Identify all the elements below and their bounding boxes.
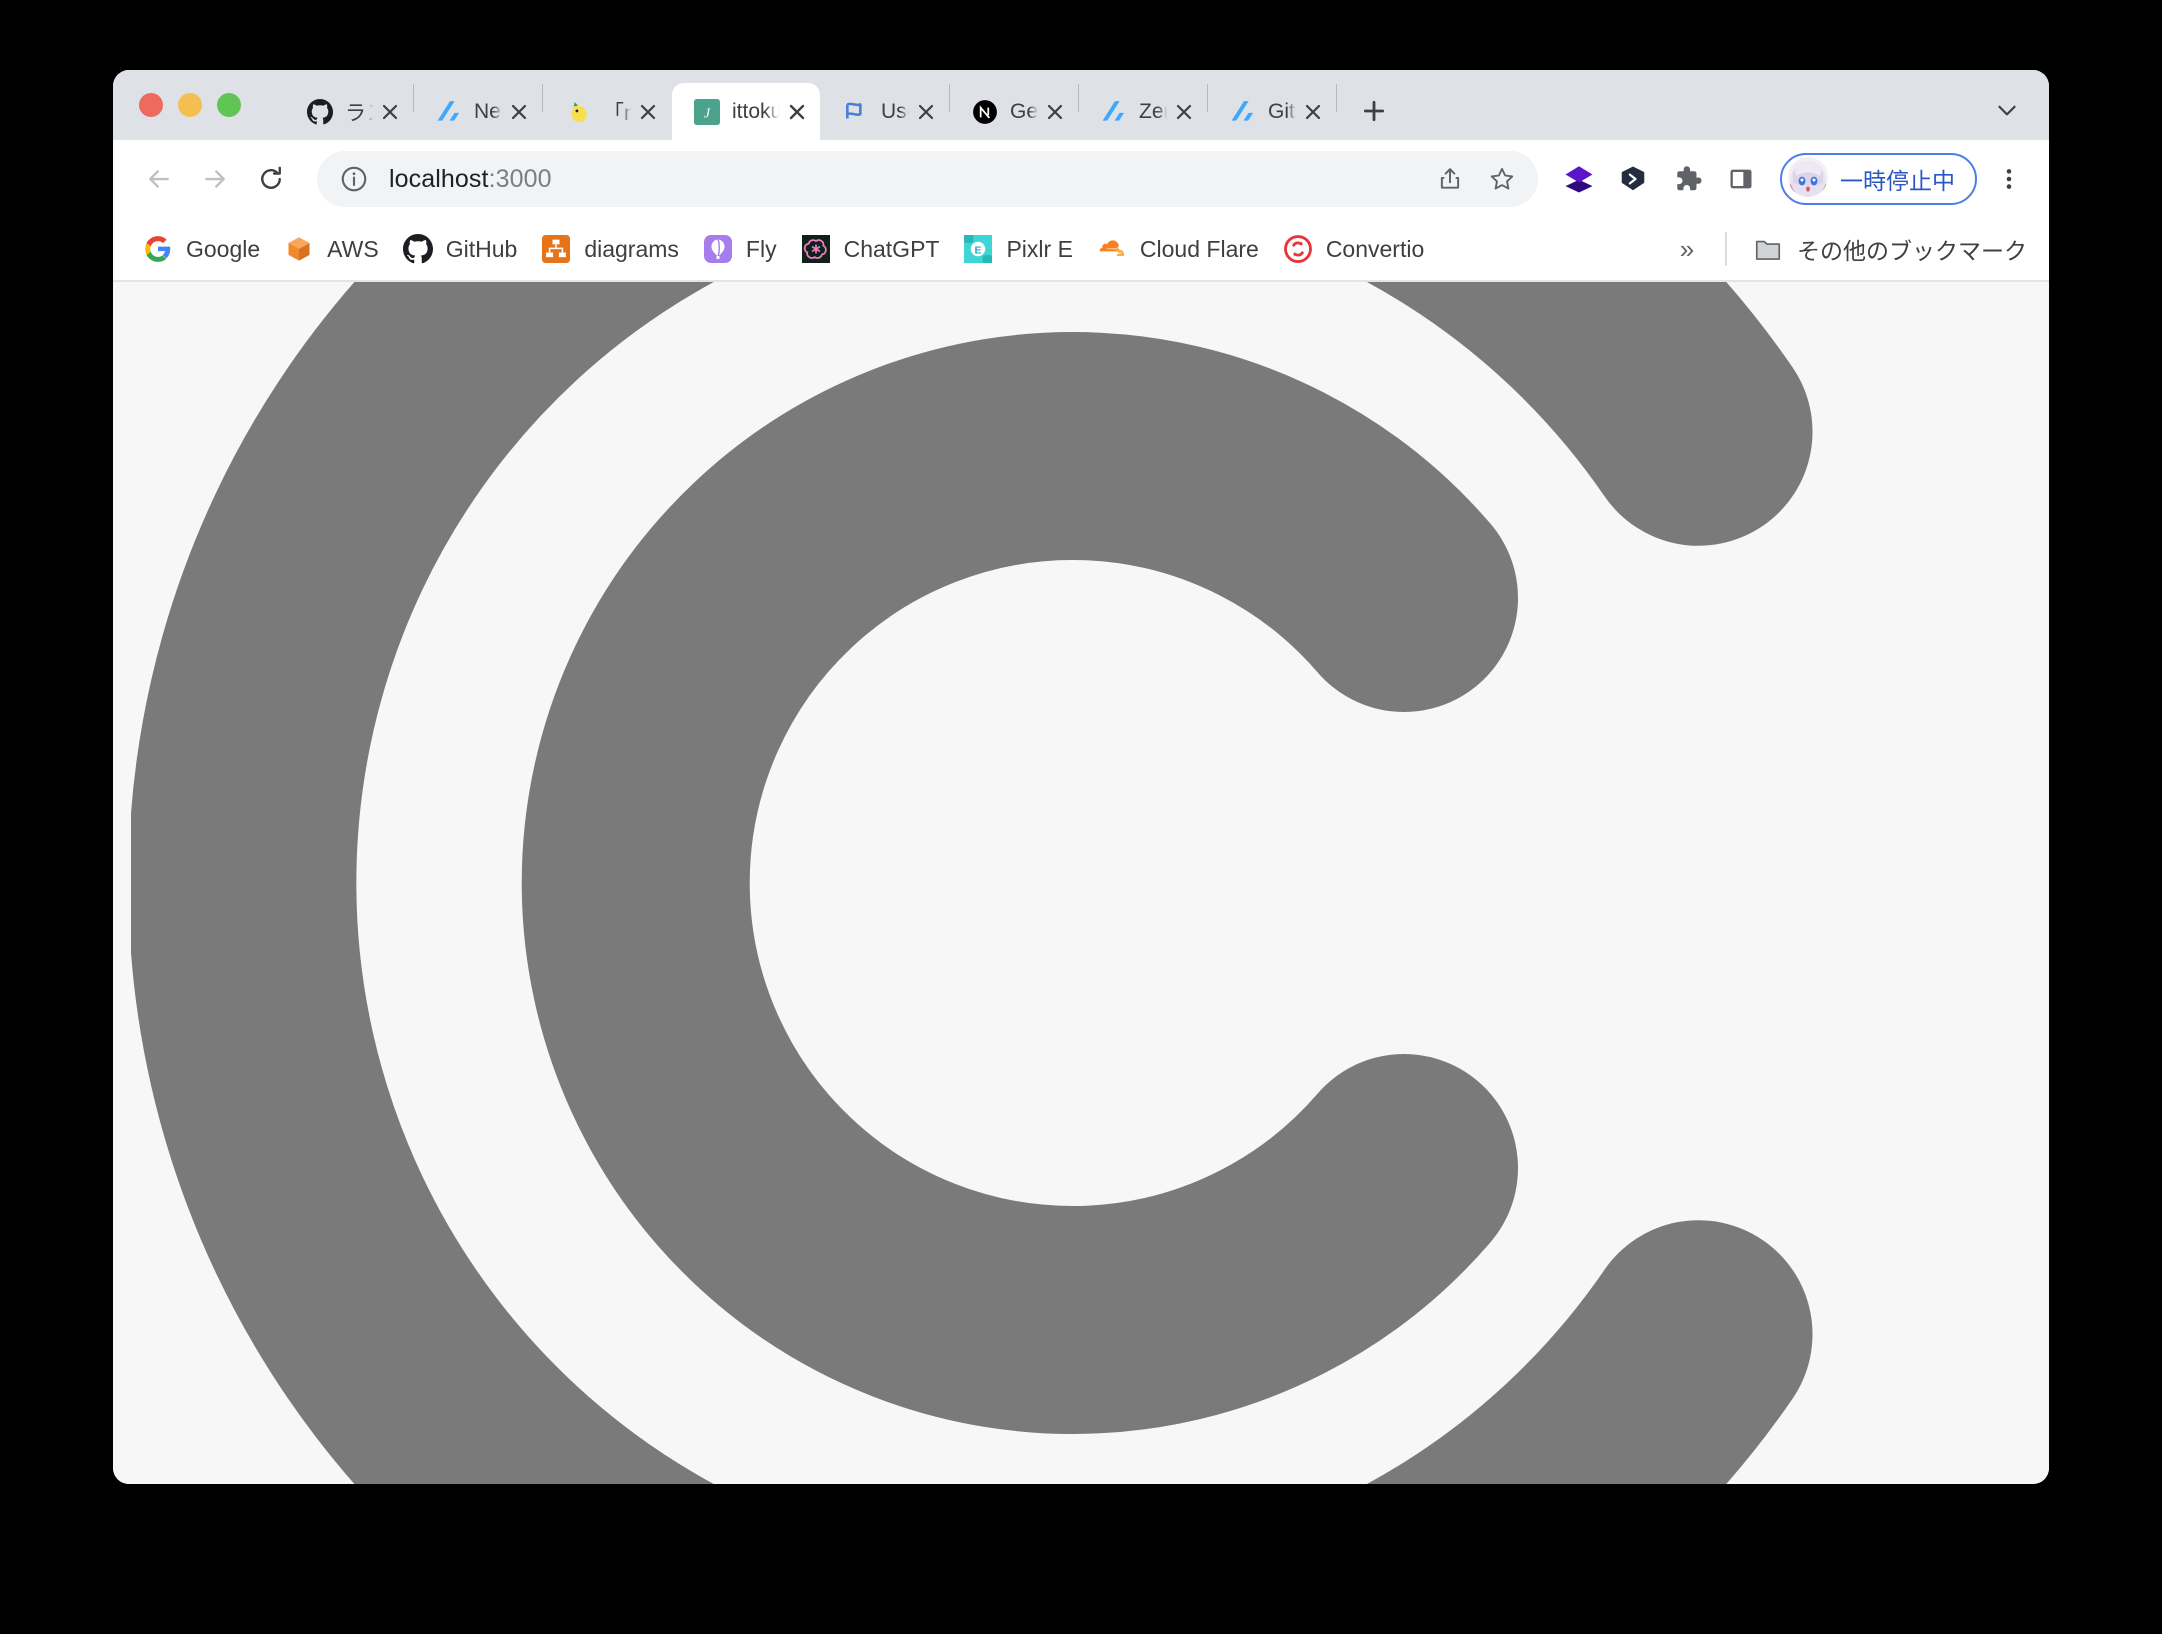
bookmark-cloudflare[interactable]: Cloud Flare <box>1085 228 1271 270</box>
tab-ittoku[interactable]: J ittoku <box>672 83 820 140</box>
window-close-button[interactable] <box>139 93 163 117</box>
new-tab-button[interactable] <box>1351 88 1397 134</box>
nextjs-icon <box>972 99 998 125</box>
avatar <box>1788 156 1828 202</box>
window-maximize-button[interactable] <box>217 93 241 117</box>
forward-button[interactable] <box>187 151 243 207</box>
tab-use-f[interactable]: Use F <box>821 83 949 140</box>
convertio-icon <box>1283 234 1313 264</box>
bookmark-diagrams[interactable]: diagrams <box>529 228 691 270</box>
tab-zenn-next[interactable]: Next. <box>414 83 542 140</box>
tab-close-button[interactable] <box>913 99 939 125</box>
tab-strip: ランア Next. <box>113 70 2049 140</box>
tab-close-button[interactable] <box>377 99 403 125</box>
bookmark-label: Fly <box>745 235 777 262</box>
profile-button[interactable]: 一時停止中 <box>1780 153 1977 205</box>
browser-toolbar: localhost:3000 一時停止中 <box>113 140 2049 218</box>
tab-zenn[interactable]: Zenn <box>1079 83 1207 140</box>
ittoku-icon: J <box>694 98 720 125</box>
info-circle-icon[interactable] <box>339 164 369 194</box>
profile-status-label: 一時停止中 <box>1840 168 1955 194</box>
bookmark-label: ChatGPT <box>843 235 940 262</box>
fly-balloon-icon <box>703 234 733 264</box>
tab-list: ランア Next. <box>285 70 2049 140</box>
svg-text:E: E <box>975 245 982 257</box>
window-minimize-button[interactable] <box>178 93 202 117</box>
bookmarks-bar: Google AWS GitHub diagrams Fly ChatGPT E… <box>113 218 2049 282</box>
tab-close-button[interactable] <box>1042 99 1068 125</box>
url-host: localhost <box>389 164 489 193</box>
zenn-icon <box>1230 99 1256 125</box>
share-icon[interactable] <box>1424 153 1476 205</box>
bookmark-label: GitHub <box>445 235 518 262</box>
pixlr-icon: E <box>963 234 993 264</box>
folder-icon <box>1753 234 1783 264</box>
window-traffic-lights <box>139 70 241 140</box>
tab-close-button[interactable] <box>1300 99 1326 125</box>
tab-title: Gettin <box>1010 99 1038 123</box>
other-bookmarks-label: その他のブックマーク <box>1797 238 2027 264</box>
bookmark-label: diagrams <box>584 235 679 262</box>
chick-icon <box>565 99 591 125</box>
chatgpt-icon <box>801 234 831 264</box>
tab-close-button[interactable] <box>506 99 532 125</box>
bookmark-convertio[interactable]: Convertio <box>1271 228 1436 270</box>
bookmark-fly[interactable]: Fly <box>691 228 789 270</box>
tab-title: Next. <box>474 99 502 123</box>
google-icon <box>143 234 173 264</box>
page-viewport <box>113 282 2049 1484</box>
bookmark-google[interactable]: Google <box>131 228 272 270</box>
zenn-icon <box>1101 99 1127 125</box>
tab-title: GitHu <box>1268 99 1296 123</box>
other-bookmarks-button[interactable]: その他のブックマーク <box>1743 226 2037 272</box>
tab-close-button[interactable] <box>635 99 661 125</box>
bookmarks-overflow-button[interactable]: » <box>1665 227 1709 271</box>
tab-separator <box>1336 84 1337 112</box>
zenn-icon <box>436 99 462 125</box>
diagrams-icon <box>541 234 571 264</box>
tab-title: 「nex <box>603 101 631 125</box>
bookmark-label: Convertio <box>1325 235 1425 262</box>
puzzle-piece-icon[interactable] <box>1660 152 1714 206</box>
github-icon <box>307 98 333 125</box>
back-button[interactable] <box>131 151 187 207</box>
address-bar[interactable]: localhost:3000 <box>317 151 1538 207</box>
tab-getting-started[interactable]: Gettin <box>950 83 1078 140</box>
address-bar-url: localhost:3000 <box>389 165 1424 194</box>
bookmark-label: AWS <box>327 235 379 262</box>
github-icon <box>402 234 433 264</box>
hex-arrow-icon[interactable] <box>1606 152 1660 206</box>
svg-text:J: J <box>704 106 711 121</box>
bookmark-pixlr[interactable]: E Pixlr E <box>951 228 1084 270</box>
star-icon[interactable] <box>1476 153 1528 205</box>
aws-cube-icon <box>284 234 314 264</box>
bookmark-chatgpt[interactable]: ChatGPT <box>789 228 952 270</box>
bookmark-label: Pixlr E <box>1006 235 1073 262</box>
tab-github-ranta[interactable]: ランア <box>285 83 413 140</box>
tab-close-button[interactable] <box>784 99 810 125</box>
tab-title: Zenn <box>1139 99 1167 123</box>
browser-window: ランア Next. <box>113 70 2049 1484</box>
cloudflare-icon <box>1097 234 1127 264</box>
loading-spinner <box>131 282 2031 1484</box>
bookmark-aws[interactable]: AWS <box>272 228 391 270</box>
tab-github-zenn[interactable]: GitHu <box>1208 83 1336 140</box>
tab-title: ランア <box>345 101 373 125</box>
tab-title: Use F <box>881 99 909 123</box>
tab-close-button[interactable] <box>1171 99 1197 125</box>
tab-nex-article[interactable]: 「nex <box>543 83 671 140</box>
tab-title: ittoku <box>732 99 780 123</box>
tab-search-chevron-icon[interactable] <box>1983 86 2031 134</box>
flag-icon <box>843 99 869 125</box>
url-port: :3000 <box>488 164 552 193</box>
bookmark-github[interactable]: GitHub <box>391 228 530 270</box>
reload-button[interactable] <box>243 151 299 207</box>
diamond-stack-icon[interactable] <box>1552 152 1606 206</box>
bookmark-label: Cloud Flare <box>1139 235 1259 262</box>
bookmarks-divider <box>1725 232 1727 266</box>
bookmark-label: Google <box>186 235 261 262</box>
browser-menu-button[interactable] <box>1985 153 2033 205</box>
side-panel-icon[interactable] <box>1714 152 1768 206</box>
